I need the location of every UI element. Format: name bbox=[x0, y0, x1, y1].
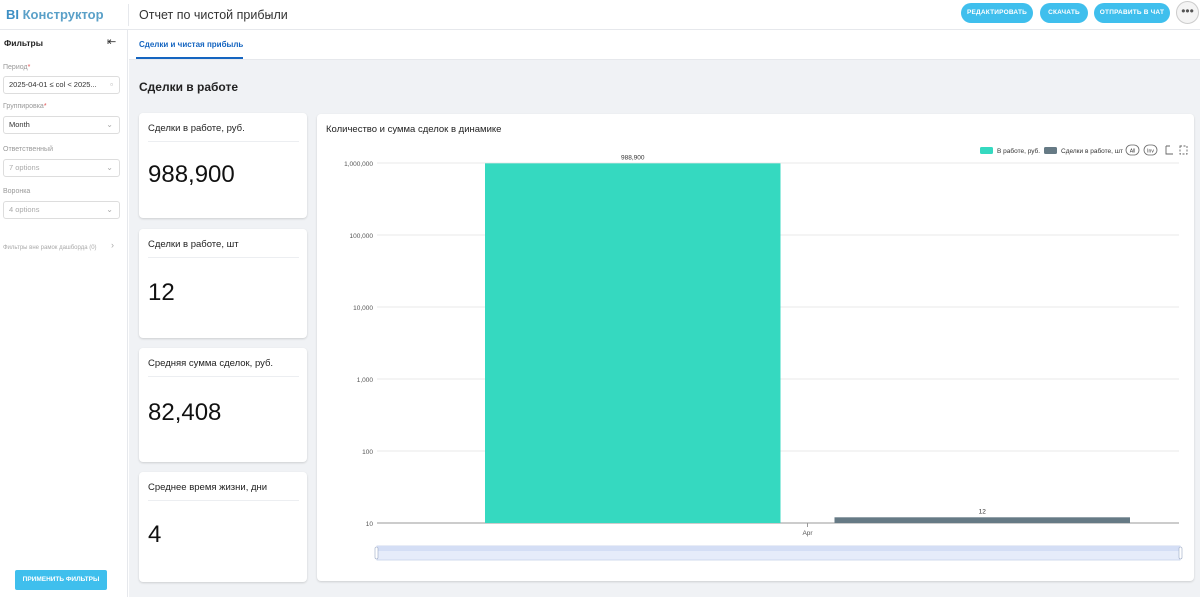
period-label: Период* bbox=[3, 64, 31, 71]
y-tick-label: 1,000,000 bbox=[344, 161, 373, 168]
kpi-title: Сделки в работе, руб. bbox=[148, 123, 245, 134]
divider bbox=[148, 500, 299, 501]
y-tick-label: 100 bbox=[362, 449, 373, 456]
download-button[interactable]: Скачать bbox=[1040, 3, 1088, 23]
kpi-card: Сделки в работе, руб. 988,900 bbox=[139, 113, 307, 218]
kpi-title: Сделки в работе, шт bbox=[148, 239, 239, 250]
more-options-icon[interactable]: ••• bbox=[1176, 1, 1199, 24]
kpi-value: 988,900 bbox=[148, 161, 235, 188]
kpi-title: Среднее время жизни, дни bbox=[148, 482, 268, 493]
dashboard-content: Сделки в работе Сделки в работе, руб. 98… bbox=[129, 60, 1200, 597]
data-label: 988,900 bbox=[621, 154, 645, 161]
period-field[interactable]: 2025-04-01 ≤ col < 2025... ▫ bbox=[3, 76, 120, 94]
apply-filters-button[interactable]: Применить фильтры bbox=[15, 570, 107, 590]
funnel-label: Воронка bbox=[3, 188, 31, 195]
app-logo[interactable]: BI Конструктор bbox=[6, 7, 104, 22]
chevron-down-icon: ⌄ bbox=[106, 163, 113, 172]
dashboard-tabs: Сделки и чистая прибыль bbox=[129, 30, 1200, 60]
grouping-select[interactable]: Month ⌄ bbox=[3, 116, 120, 134]
tab-deals-profit[interactable]: Сделки и чистая прибыль bbox=[139, 40, 243, 49]
outside-filters-link[interactable]: Фильтры вне рамок дашборда (0) bbox=[3, 243, 103, 253]
section-title: Сделки в работе bbox=[139, 80, 239, 94]
send-to-chat-button[interactable]: Отправить в чат bbox=[1094, 3, 1170, 23]
active-tab-indicator bbox=[136, 57, 243, 59]
zoom-slider-left-handle[interactable] bbox=[374, 546, 379, 560]
chevron-down-icon: ⌄ bbox=[106, 205, 113, 214]
chevron-down-icon[interactable]: ⌄ bbox=[266, 8, 274, 19]
header-divider bbox=[128, 4, 129, 26]
app-header: BI Конструктор Отчет по чистой прибыли ⌄… bbox=[0, 0, 1200, 30]
bar bbox=[485, 163, 781, 523]
legend-label: В работе, руб. bbox=[997, 147, 1040, 155]
y-tick-label: 1,000 bbox=[357, 377, 374, 384]
kpi-card: Средняя сумма сделок, руб. 82,408 bbox=[139, 348, 307, 462]
bar-chart: 10 100 1,000 10,000 100,000 1,000,000 988,900 1… bbox=[344, 144, 1188, 561]
kpi-card: Сделки в работе, шт 12 bbox=[139, 229, 307, 338]
collapse-sidebar-icon[interactable]: ⇤ bbox=[107, 35, 116, 48]
chevron-down-icon: ⌄ bbox=[106, 120, 113, 129]
kpi-value: 82,408 bbox=[148, 399, 222, 426]
kpi-title: Средняя сумма сделок, руб. bbox=[148, 358, 274, 369]
chart-card: Количество и сумма сделок в динамике 10 1… bbox=[317, 114, 1194, 581]
grouping-label: Группировка* bbox=[3, 103, 47, 110]
chevron-right-icon[interactable]: › bbox=[111, 240, 114, 250]
responsible-label: Ответственный bbox=[3, 146, 53, 153]
divider bbox=[148, 257, 299, 258]
kpi-value: 4 bbox=[148, 521, 162, 548]
divider bbox=[148, 141, 299, 142]
kpi-value: 12 bbox=[148, 279, 175, 306]
y-tick-label: 100,000 bbox=[350, 233, 374, 240]
responsible-select[interactable]: 7 options ⌄ bbox=[3, 159, 120, 177]
x-tick-label: Apr bbox=[802, 530, 813, 537]
kpi-card: Среднее время жизни, дни 4 bbox=[139, 472, 307, 582]
funnel-select[interactable]: 4 options ⌄ bbox=[3, 201, 120, 219]
filters-title: Фильтры bbox=[4, 38, 43, 48]
data-label: 12 bbox=[979, 508, 987, 515]
legend-label: Сделки в работе, шт bbox=[1061, 147, 1123, 155]
calendar-icon: ▫ bbox=[110, 80, 113, 89]
bar bbox=[834, 517, 1130, 523]
y-tick-label: 10,000 bbox=[353, 305, 373, 312]
reset-zoom-icon[interactable] bbox=[1179, 145, 1188, 155]
zoom-slider-right-handle[interactable] bbox=[1178, 546, 1183, 560]
legend-control-label: All bbox=[1130, 149, 1136, 155]
y-tick-label: 10 bbox=[366, 521, 374, 528]
legend-swatch bbox=[1044, 147, 1057, 154]
zoom-slider-fill bbox=[377, 546, 1180, 551]
legend-swatch bbox=[980, 147, 993, 154]
filters-sidebar: Фильтры ⇤ Период* 2025-04-01 ≤ col < 202… bbox=[0, 30, 128, 597]
divider bbox=[148, 376, 299, 377]
zoom-icon[interactable] bbox=[1165, 145, 1173, 155]
legend-control-label: Inv bbox=[1147, 149, 1154, 155]
edit-button[interactable]: Редактировать bbox=[961, 3, 1033, 23]
